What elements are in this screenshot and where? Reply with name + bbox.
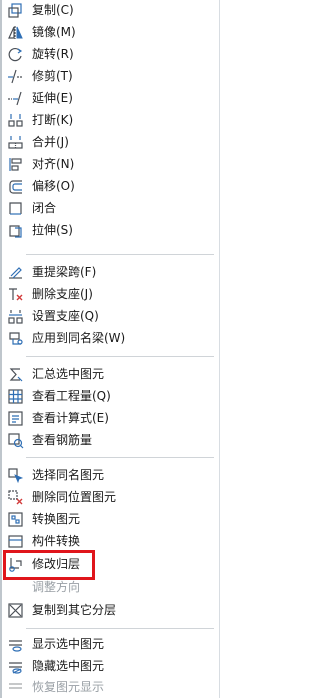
- menu-item-copy-to-layer[interactable]: 复制到其它分层: [2, 600, 216, 621]
- menu-item-label: 删除支座(J): [32, 287, 93, 301]
- merge-icon: [7, 134, 24, 151]
- menu-item-apply-same-beam[interactable]: 应用到同名梁(W): [2, 328, 216, 349]
- show-selected-icon: [7, 636, 24, 653]
- menu-item-sum-selected[interactable]: 汇总选中图元: [2, 364, 216, 385]
- menu-item-copy[interactable]: 复制(C): [2, 0, 216, 21]
- menu-item-select-same[interactable]: 选择同名图元: [2, 465, 216, 486]
- menu-item-label: 隐藏选中图元: [32, 659, 105, 673]
- menu-item-component-convert[interactable]: 构件转换: [2, 531, 216, 552]
- menu-item-break[interactable]: 打断(K): [2, 110, 216, 131]
- hide-selected-icon: [7, 658, 24, 675]
- menu-item-delete-same-position[interactable]: 删除同位置图元: [2, 487, 216, 508]
- menu-item-delete-support[interactable]: 删除支座(J): [2, 284, 216, 305]
- align-icon: [7, 156, 24, 173]
- menu-item-label: 选择同名图元: [32, 468, 105, 482]
- mirror-icon: [7, 24, 24, 41]
- menu-right-edge: [219, 0, 220, 698]
- extend-icon: [7, 90, 24, 107]
- stretch-icon: [7, 222, 24, 239]
- menu-item-stretch[interactable]: 拉伸(S): [2, 220, 216, 241]
- menu-item-label: 镜像(M): [32, 25, 76, 39]
- select-same-icon: [7, 467, 24, 484]
- menu-item-label: 调整方向: [32, 580, 81, 594]
- menu-item-adjust-direction[interactable]: 调整方向: [2, 577, 216, 598]
- menu-item-merge[interactable]: 合并(J): [2, 132, 216, 153]
- menu-separator: [26, 457, 214, 458]
- menu-item-label: 延伸(E): [32, 91, 73, 105]
- component-convert-icon: [7, 533, 24, 550]
- menu-item-label: 查看工程量(Q): [32, 389, 111, 403]
- menu-item-label: 合并(J): [32, 135, 69, 149]
- menu-item-rotate[interactable]: 旋转(R): [2, 44, 216, 65]
- close-shape-icon: [7, 200, 24, 217]
- menu-item-label: 偏移(O): [32, 179, 75, 193]
- menu-item-label: 设置支座(Q): [32, 309, 99, 323]
- menu-item-close-shape[interactable]: 闭合: [2, 198, 216, 219]
- restore-display-icon: [7, 679, 24, 696]
- beam-span-icon: [7, 264, 24, 281]
- rotate-icon: [7, 46, 24, 63]
- menu-item-label: 对齐(N): [32, 157, 75, 171]
- delete-support-icon: [7, 286, 24, 303]
- quantity-icon: [7, 388, 24, 405]
- rebar-icon: [7, 432, 24, 449]
- menu-item-label: 拉伸(S): [32, 223, 73, 237]
- highlight-box: [3, 550, 95, 580]
- convert-icon: [7, 511, 24, 528]
- menu-item-label: 打断(K): [32, 113, 74, 127]
- menu-item-align[interactable]: 对齐(N): [2, 154, 216, 175]
- menu-item-hide-selected[interactable]: 隐藏选中图元: [2, 656, 216, 677]
- menu-item-extend[interactable]: 延伸(E): [2, 88, 216, 109]
- menu-item-label: 旋转(R): [32, 47, 74, 61]
- menu-item-label: 查看钢筋量: [32, 433, 93, 447]
- menu-item-label: 删除同位置图元: [32, 490, 117, 504]
- apply-same-beam-icon: [7, 330, 24, 347]
- menu-item-show-selected[interactable]: 显示选中图元: [2, 634, 216, 655]
- menu-item-label: 复制(C): [32, 3, 74, 17]
- copy-to-layer-icon: [7, 602, 24, 619]
- menu-item-label: 应用到同名梁(W): [32, 331, 126, 345]
- menu-item-label: 构件转换: [32, 534, 81, 548]
- menu-item-label: 显示选中图元: [32, 637, 105, 651]
- menu-item-offset[interactable]: 偏移(O): [2, 176, 216, 197]
- menu-item-label: 修剪(T): [32, 69, 73, 83]
- menu-separator: [26, 356, 214, 357]
- formula-icon: [7, 410, 24, 427]
- menu-item-label: 复制到其它分层: [32, 603, 117, 617]
- menu-item-trim[interactable]: 修剪(T): [2, 66, 216, 87]
- set-support-icon: [7, 308, 24, 325]
- menu-item-label: 恢复图元显示: [32, 680, 105, 694]
- menu-item-convert[interactable]: 转换图元: [2, 509, 216, 530]
- menu-item-view-formula[interactable]: 查看计算式(E): [2, 408, 216, 429]
- sum-icon: [7, 366, 24, 383]
- menu-separator: [26, 628, 214, 629]
- menu-item-label: 查看计算式(E): [32, 411, 109, 425]
- trim-icon: [7, 68, 24, 85]
- break-icon: [7, 112, 24, 129]
- menu-item-label: 闭合: [32, 201, 57, 215]
- menu-item-label: 重提梁跨(F): [32, 265, 97, 279]
- menu-item-beam-span[interactable]: 重提梁跨(F): [2, 262, 216, 283]
- menu-item-restore-display[interactable]: 恢复图元显示: [2, 677, 216, 698]
- menu-separator: [26, 254, 214, 255]
- menu-item-label: 转换图元: [32, 512, 81, 526]
- menu-item-view-quantity[interactable]: 查看工程量(Q): [2, 386, 216, 407]
- menu-item-view-rebar[interactable]: 查看钢筋量: [2, 430, 216, 451]
- context-menu: 复制(C) 镜像(M) 旋转(R) 修剪(T) 延伸(E) 打断(K) 合并(J…: [0, 0, 220, 698]
- menu-item-label: 汇总选中图元: [32, 367, 105, 381]
- offset-icon: [7, 178, 24, 195]
- menu-item-mirror[interactable]: 镜像(M): [2, 22, 216, 43]
- delete-same-pos-icon: [7, 489, 24, 506]
- menu-item-set-support[interactable]: 设置支座(Q): [2, 306, 216, 327]
- copy-icon: [7, 2, 24, 19]
